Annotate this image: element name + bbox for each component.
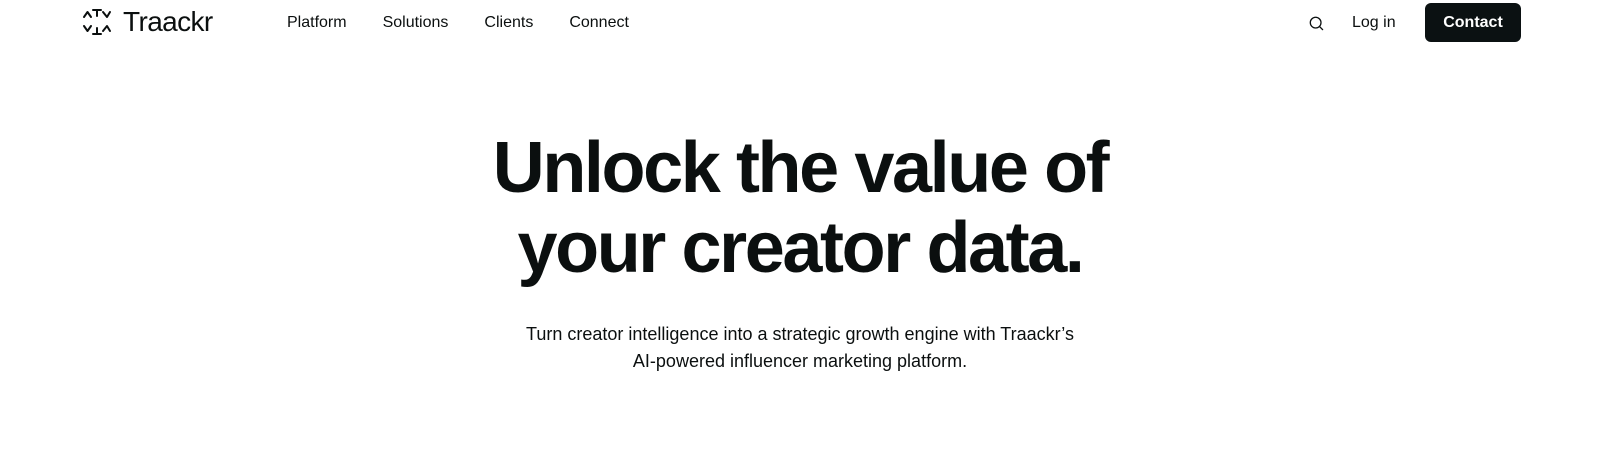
page: Traackr Platform Solutions Clients Conne… <box>0 0 1600 462</box>
login-link[interactable]: Log in <box>1352 12 1396 34</box>
nav-item-platform[interactable]: Platform <box>287 12 347 34</box>
main-nav: Platform Solutions Clients Connect <box>287 12 665 34</box>
hero-subtitle: Turn creator intelligence into a strateg… <box>400 321 1200 375</box>
logo-link[interactable]: Traackr <box>80 5 213 39</box>
search-button[interactable] <box>1305 12 1327 34</box>
logo-text: Traackr <box>123 6 213 37</box>
hero-title-line-2: your creator data. <box>517 208 1084 288</box>
search-icon <box>1309 16 1323 30</box>
nav-item-solutions[interactable]: Solutions <box>383 12 449 34</box>
hero-subtitle-line-2: AI-powered influencer marketing platform… <box>632 351 968 371</box>
hero-title: Unlock the value of your creator data. <box>300 128 1300 288</box>
nav-item-clients[interactable]: Clients <box>484 12 533 34</box>
site-header: Traackr Platform Solutions Clients Conne… <box>0 0 1600 46</box>
nav-item-connect[interactable]: Connect <box>569 12 629 34</box>
hero-title-line-1: Unlock the value of <box>492 128 1110 208</box>
traackr-logo-icon <box>83 9 111 35</box>
hero-subtitle-line-1: Turn creator intelligence into a strateg… <box>526 324 1074 344</box>
contact-button[interactable]: Contact <box>1425 3 1521 42</box>
